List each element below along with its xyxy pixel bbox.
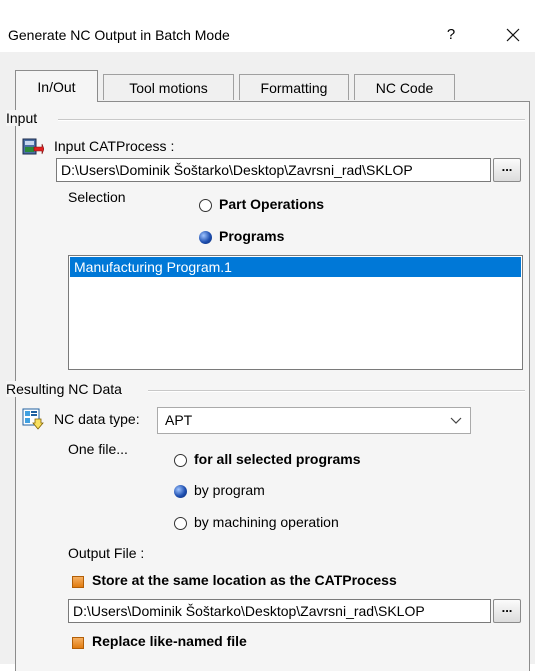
close-icon: [506, 28, 520, 42]
nc-data-type-value: APT: [165, 412, 193, 428]
replace-file-label[interactable]: Replace like-named file: [92, 633, 247, 649]
programs-listbox[interactable]: Manufacturing Program.1: [68, 255, 523, 370]
by-operation-radio[interactable]: [174, 517, 187, 530]
title-bar: Generate NC Output in Batch Mode ?: [0, 0, 535, 52]
programs-label[interactable]: Programs: [219, 228, 284, 244]
tab-tool-motions[interactable]: Tool motions: [103, 74, 234, 100]
nc-data-type-label: NC data type:: [54, 411, 140, 427]
one-file-label: One file...: [68, 441, 128, 457]
output-path-field[interactable]: D:\Users\Dominik Šoštarko\Desktop\Zavrsn…: [68, 599, 491, 623]
by-program-radio[interactable]: [174, 485, 187, 498]
all-programs-radio[interactable]: [174, 454, 187, 467]
help-button[interactable]: ?: [436, 22, 466, 48]
tab-formatting[interactable]: Formatting: [239, 74, 349, 100]
output-section-divider: [148, 390, 525, 392]
input-section-title: Input: [6, 110, 42, 126]
output-browse-button[interactable]: ...: [493, 599, 521, 623]
all-programs-label[interactable]: for all selected programs: [194, 451, 361, 467]
programs-radio[interactable]: [199, 231, 212, 244]
output-section-title: Resulting NC Data: [6, 381, 126, 397]
store-same-location-label[interactable]: Store at the same location as the CATPro…: [92, 572, 397, 588]
output-file-label: Output File :: [68, 545, 145, 561]
in-out-panel: Input Input CATProcess : D:\Users\Domini…: [6, 101, 530, 671]
replace-file-checkbox[interactable]: [72, 637, 84, 649]
tab-in-out[interactable]: In/Out: [15, 70, 98, 102]
catprocess-icon: [22, 138, 44, 155]
by-operation-label[interactable]: by machining operation: [194, 514, 339, 530]
nc-data-type-select[interactable]: APT: [157, 407, 471, 434]
tab-nc-code[interactable]: NC Code: [354, 74, 455, 100]
list-item[interactable]: Manufacturing Program.1: [70, 257, 521, 277]
input-browse-button[interactable]: ...: [493, 158, 521, 182]
selection-label: Selection: [68, 189, 126, 205]
part-operations-radio[interactable]: [199, 199, 212, 212]
by-program-label[interactable]: by program: [194, 482, 265, 498]
close-button[interactable]: [497, 22, 529, 48]
input-section-divider: [58, 119, 525, 121]
chevron-down-icon: [450, 408, 462, 433]
nc-data-icon: [22, 408, 44, 430]
input-catprocess-path-field[interactable]: D:\Users\Dominik Šoštarko\Desktop\Zavrsn…: [56, 158, 491, 182]
dialog-body: In/Out Tool motions Formatting NC Code I…: [0, 52, 535, 671]
store-same-location-checkbox[interactable]: [72, 576, 84, 588]
window-title: Generate NC Output in Batch Mode: [8, 27, 230, 43]
part-operations-label[interactable]: Part Operations: [219, 196, 324, 212]
input-catprocess-label: Input CATProcess :: [54, 138, 175, 154]
